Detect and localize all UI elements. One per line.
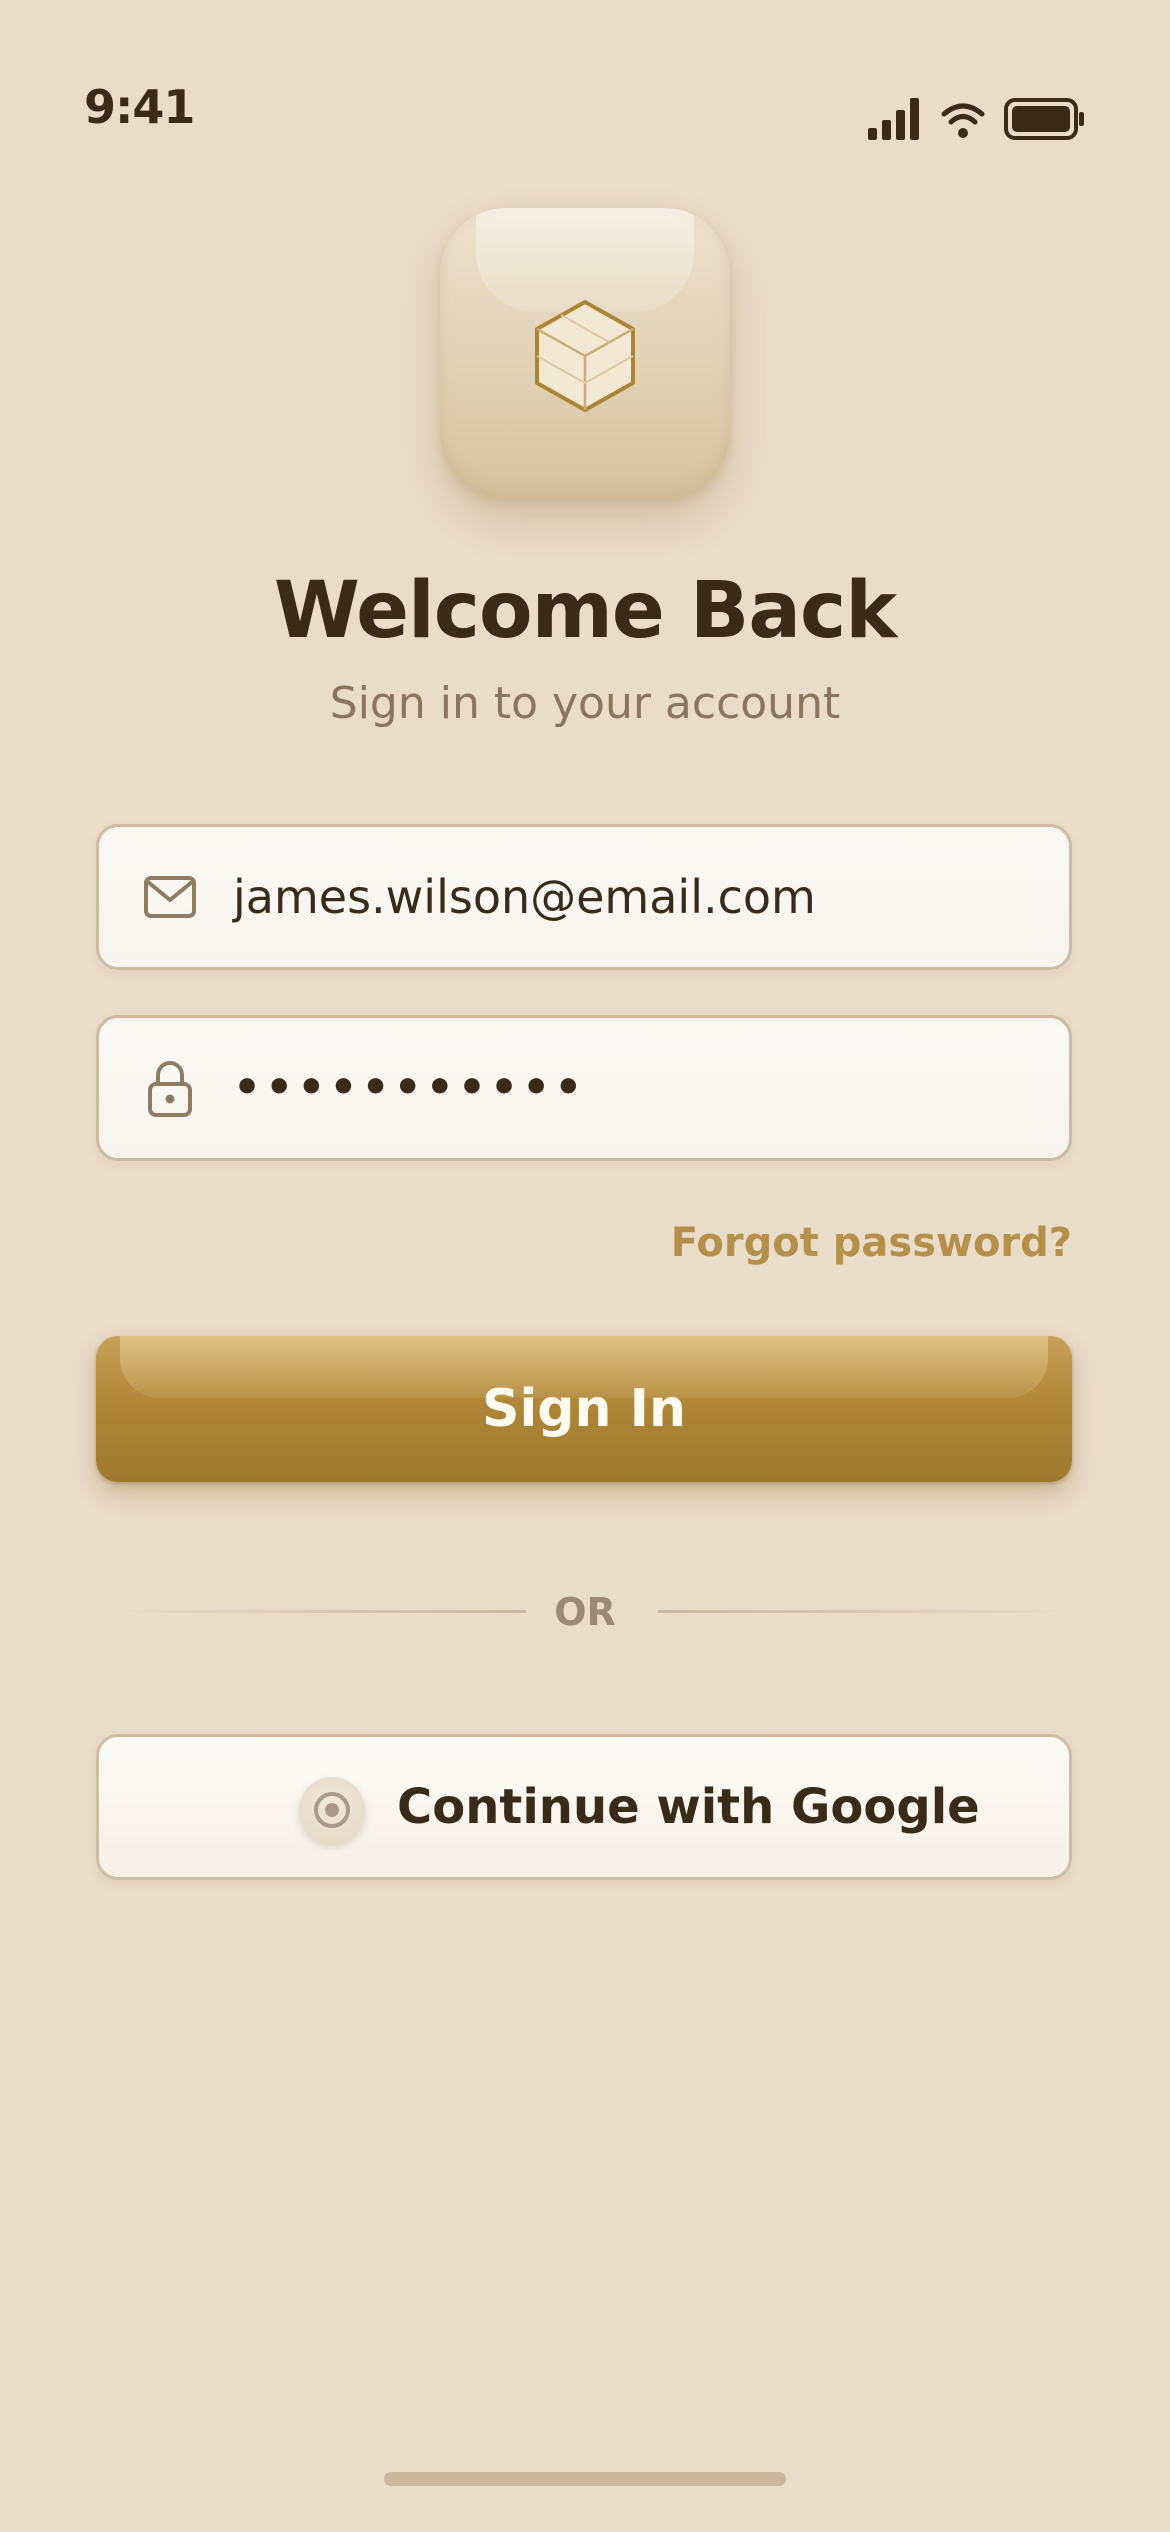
wifi-icon bbox=[941, 103, 985, 138]
google-icon bbox=[299, 1777, 365, 1843]
forgot-password-link[interactable]: Forgot password? bbox=[671, 1220, 1072, 1266]
password-field[interactable]: ••••••••••• bbox=[96, 1015, 1072, 1161]
status-time: 9:41 bbox=[84, 80, 195, 134]
sign-in-button-label: Sign In bbox=[482, 1379, 686, 1439]
email-value: james.wilson@email.com bbox=[233, 870, 816, 924]
continue-with-google-label: Continue with Google bbox=[397, 1779, 980, 1835]
cellular-signal-icon bbox=[868, 98, 919, 140]
page-subtitle: Sign in to your account bbox=[329, 678, 841, 729]
app-logo bbox=[440, 208, 730, 498]
mail-icon bbox=[144, 876, 196, 918]
app-logo-gloss bbox=[476, 208, 694, 312]
continue-with-google-button[interactable]: Continue with Google bbox=[96, 1734, 1072, 1880]
home-indicator[interactable] bbox=[384, 2472, 786, 2486]
email-field[interactable]: james.wilson@email.com bbox=[96, 824, 1072, 970]
battery-icon bbox=[1004, 98, 1084, 140]
page-title: Welcome Back bbox=[273, 566, 897, 656]
lock-icon bbox=[148, 1061, 192, 1117]
divider-line-right bbox=[658, 1610, 1078, 1613]
cube-icon bbox=[535, 300, 635, 412]
sign-in-button[interactable]: Sign In bbox=[96, 1336, 1072, 1482]
password-value: ••••••••••• bbox=[233, 1062, 587, 1113]
